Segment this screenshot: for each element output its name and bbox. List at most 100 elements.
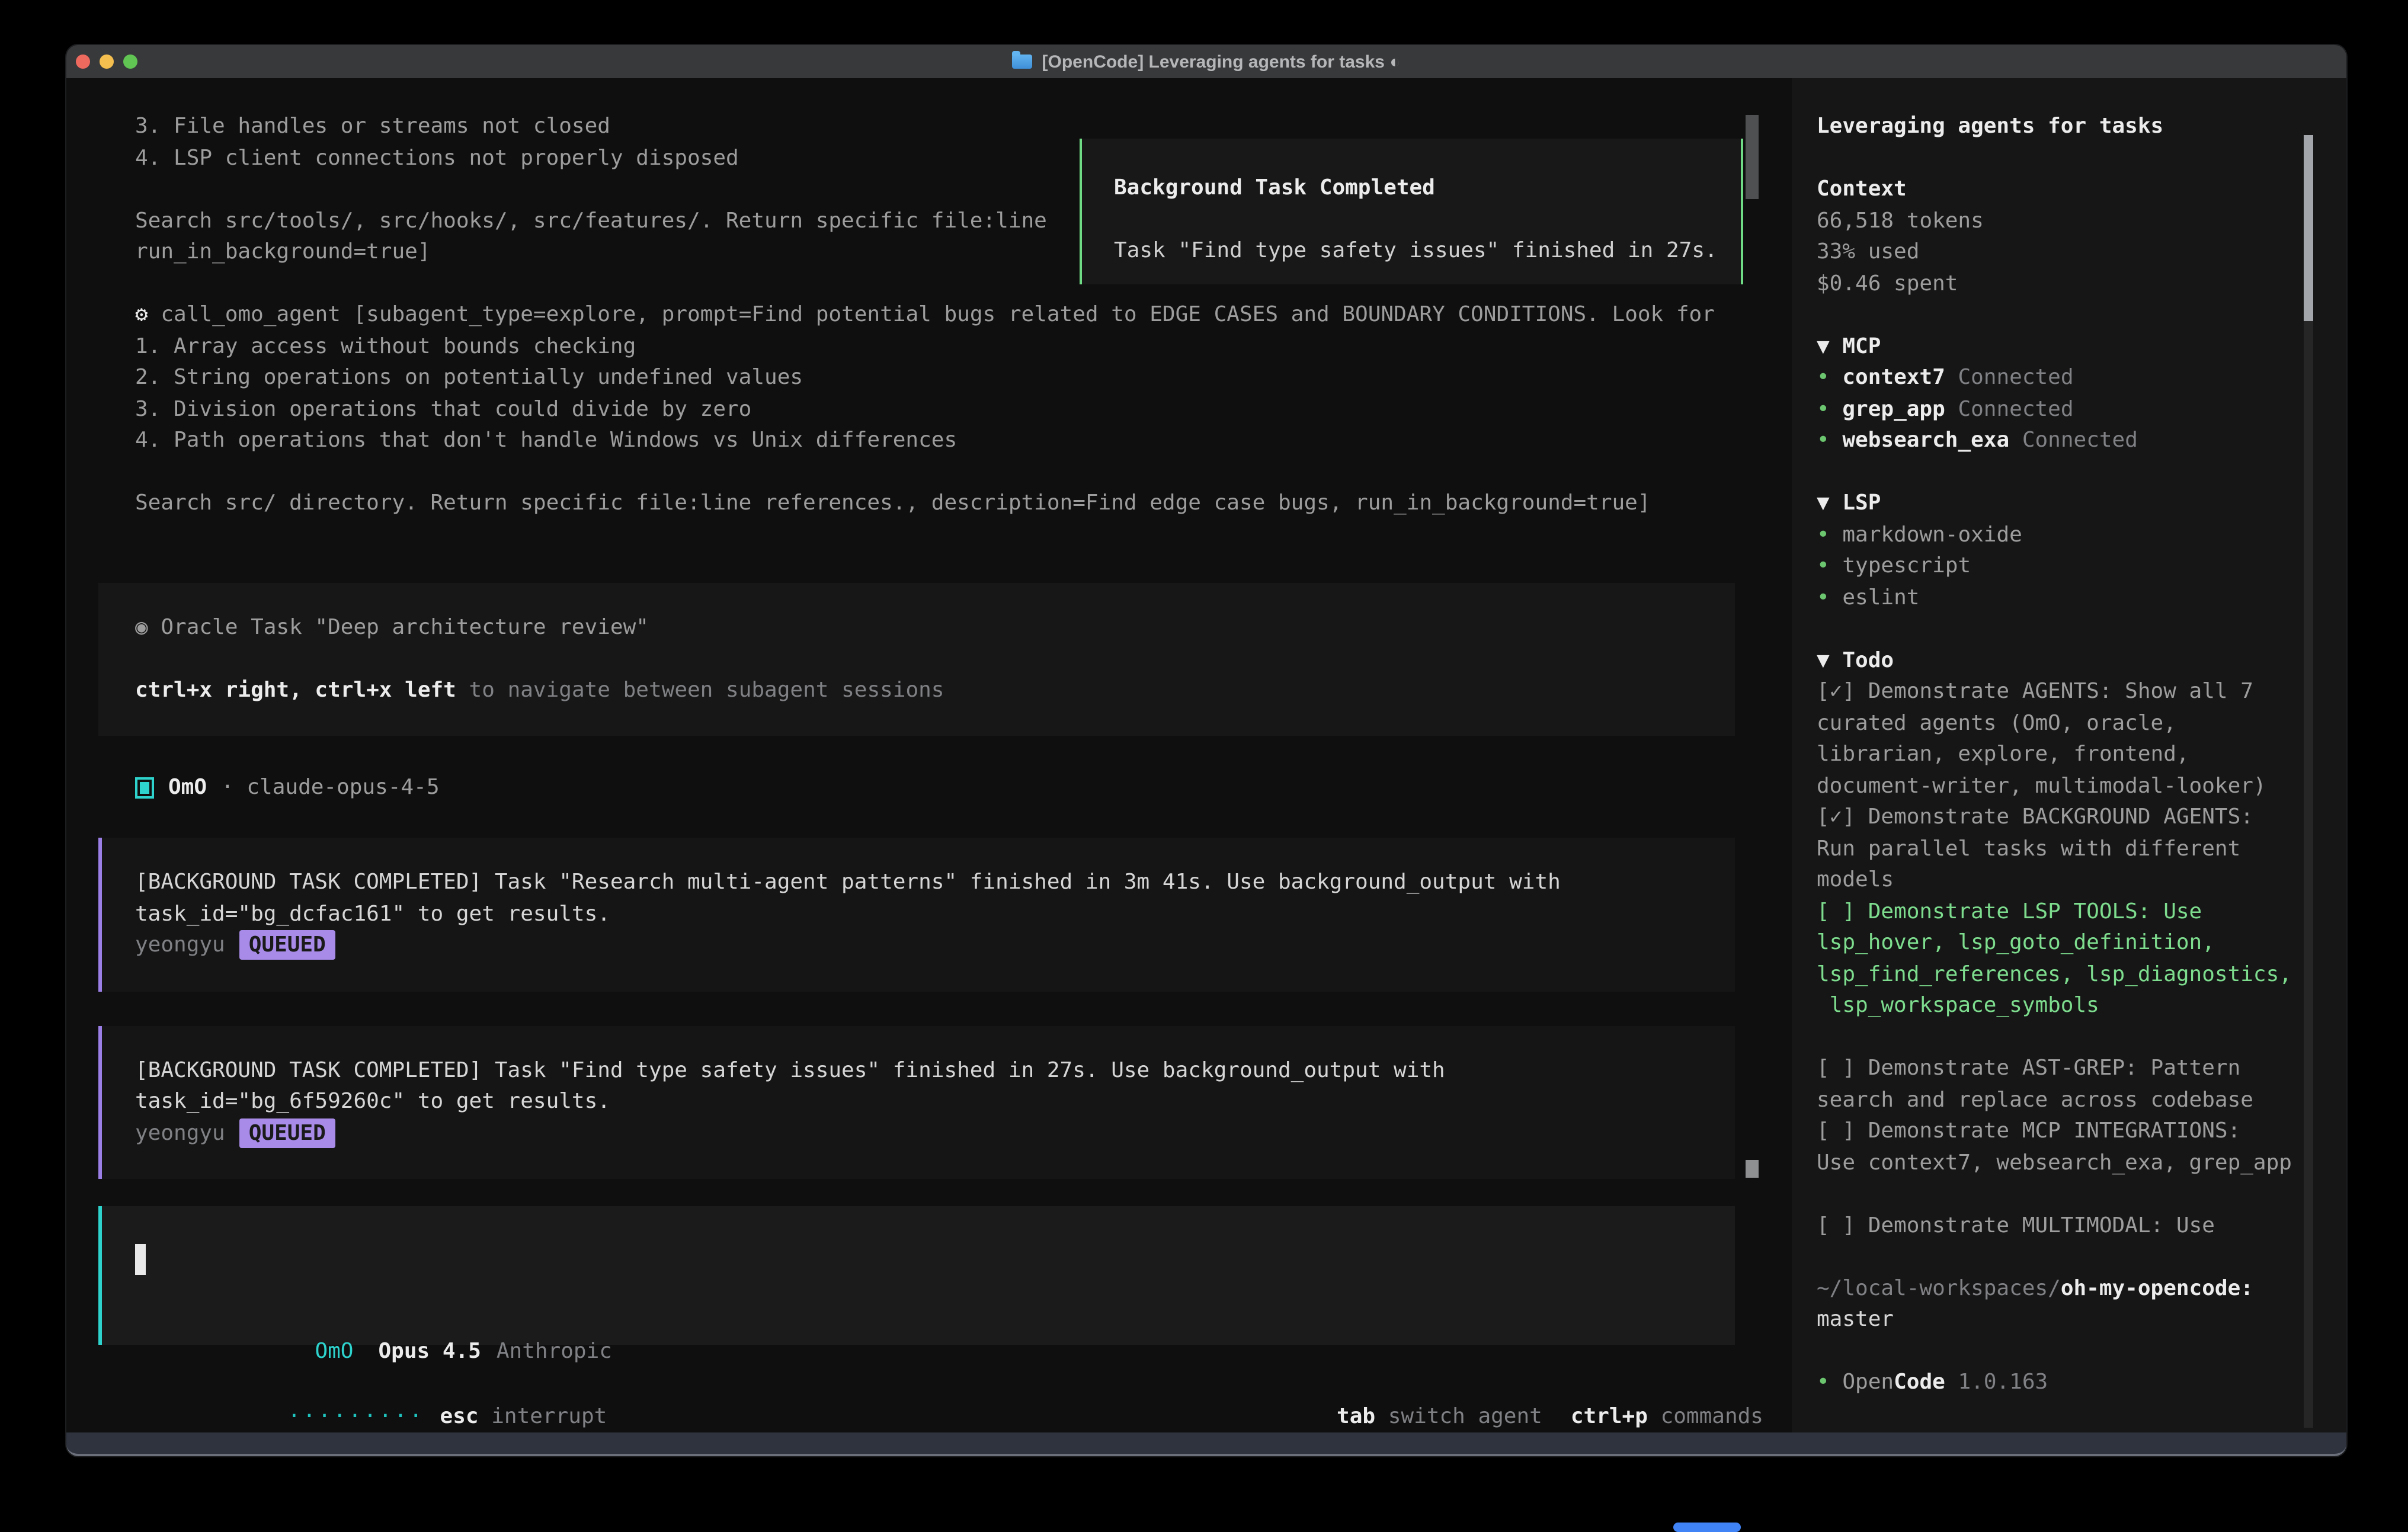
text-line: Search src/ directory. Return specific f… [135, 488, 1792, 520]
task-message-list: [BACKGROUND TASK COMPLETED] Task "Resear… [66, 838, 1792, 1179]
text-line: curated agents (OmO, oracle, [1817, 708, 2299, 739]
background-task-message: [BACKGROUND TASK COMPLETED] Task "Resear… [98, 838, 1735, 991]
text-line: ctrl+x right, ctrl+x left to navigate be… [135, 675, 1735, 706]
text-line: • OpenCode 1.0.163 [1817, 1367, 2299, 1399]
text-line [1817, 143, 2299, 174]
window-title: [OpenCode] Leveraging agents for tasks ◐ [66, 45, 2346, 78]
text-line: • eslint [1817, 582, 2299, 614]
text-line: Context [1817, 174, 2299, 206]
text-line: master [1817, 1305, 2299, 1336]
text-line: [ ] Demonstrate AST-GREP: Pattern [1817, 1053, 2299, 1085]
text-line [1817, 1022, 2299, 1053]
text-line: ⚙ call_omo_agent [subagent_type=explore,… [135, 300, 1792, 331]
scrollbar-thumb[interactable] [1746, 115, 1759, 199]
text-line: 66,518 tokens [1817, 206, 2299, 237]
text-line: [ ] Demonstrate MULTIMODAL: Use [1817, 1210, 2299, 1242]
folder-icon [1013, 55, 1033, 69]
prompt-input[interactable]: OmOOpus 4.5Anthropic [98, 1206, 1735, 1345]
task-author: yeongyu [135, 932, 225, 957]
text-line: 3. Division operations that could divide… [135, 394, 1792, 425]
omo-agent-icon [135, 777, 154, 798]
text-line: Run parallel tasks with different [1817, 834, 2299, 865]
esc-key-hint: esc [440, 1403, 479, 1428]
text-line: models [1817, 865, 2299, 896]
toast-body: Task "Find type safety issues" finished … [1114, 236, 1741, 267]
window-titlebar[interactable]: [OpenCode] Leveraging agents for tasks ◐ [66, 45, 2346, 78]
text-line: lsp_hover, lsp_goto_definition, [1817, 928, 2299, 959]
text-line [1817, 300, 2299, 331]
text-line [135, 643, 1735, 675]
text-line: ▼ Todo [1817, 645, 2299, 677]
opencode-window: [OpenCode] Leveraging agents for tasks ◐… [66, 45, 2346, 1456]
status-right: tab switch agent ctrl+p commands [1157, 1370, 1763, 1435]
text-line: [✓] Demonstrate AGENTS: Show all 7 [1817, 677, 2299, 708]
ctrlp-key-label: commands [1648, 1403, 1763, 1428]
input-agent-label: OmO [315, 1338, 353, 1363]
text-line: 1. Array access without bounds checking [135, 331, 1792, 363]
sidebar-scrollbar-track[interactable] [2304, 135, 2313, 1428]
text-line: document-writer, multimodal-looker) [1817, 771, 2299, 802]
task-author: yeongyu [135, 1120, 225, 1145]
text-line [1817, 1179, 2299, 1210]
terminal-main-pane: 3. File handles or streams not closed4. … [66, 78, 1792, 1435]
text-line: • websearch_exa Connected [1817, 425, 2299, 457]
toast-notification: Background Task Completed Task "Find typ… [1080, 139, 1743, 284]
text-cursor [135, 1244, 146, 1275]
agent-header: OmO · claude-opus-4-5 [135, 771, 1792, 803]
task-message-line: [BACKGROUND TASK COMPLETED] Task "Resear… [135, 867, 1735, 899]
text-line: search and replace across codebase [1817, 1085, 2299, 1116]
background-task-message: [BACKGROUND TASK COMPLETED] Task "Find t… [98, 1025, 1735, 1179]
tab-key-label: switch agent [1375, 1403, 1542, 1428]
text-line [1817, 1242, 2299, 1273]
text-line: [ ] Demonstrate LSP TOOLS: Use [1817, 896, 2299, 928]
esc-key-label: interrupt [479, 1403, 607, 1428]
window-bottom-edge [66, 1432, 2346, 1456]
text-line: ~/local-workspaces/oh-my-opencode: [1817, 1273, 2299, 1305]
text-line: • context7 Connected [1817, 363, 2299, 394]
sidebar-content: Leveraging agents for tasks Context66,51… [1817, 111, 2299, 1399]
text-line: • markdown-oxide [1817, 520, 2299, 551]
agent-name: OmO [168, 775, 207, 800]
text-line: ▼ MCP [1817, 331, 2299, 363]
input-model-info: OmO Opus 4.5 Anthropic [135, 1305, 612, 1399]
agent-model: · claude-opus-4-5 [221, 775, 439, 800]
text-line [135, 457, 1792, 488]
text-line [1817, 457, 2299, 488]
task-message-line: task_id="bg_6f59260c" to get results. [135, 1086, 1735, 1118]
text-line: lsp_find_references, lsp_diagnostics, [1817, 959, 2299, 991]
sidebar: Leveraging agents for tasks Context66,51… [1792, 78, 2346, 1435]
text-line [1817, 1336, 2299, 1367]
desktop-background: [OpenCode] Leveraging agents for tasks ◐… [0, 0, 2408, 1532]
task-message-meta: yeongyu QUEUED [135, 1118, 1735, 1149]
toast-title: Background Task Completed [1114, 173, 1741, 204]
input-provider-label: Anthropic [497, 1338, 612, 1363]
input-model-label: Opus 4.5 [378, 1338, 481, 1363]
text-line: [✓] Demonstrate BACKGROUND AGENTS: [1817, 802, 2299, 834]
text-line: Leveraging agents for tasks [1817, 111, 2299, 143]
text-line: Use context7, websearch_exa, grep_app [1817, 1148, 2299, 1179]
dock-indicator [1673, 1523, 1741, 1532]
tab-key-hint: tab [1337, 1403, 1375, 1428]
text-line: lsp_workspace_symbols [1817, 991, 2299, 1022]
text-line: ◉ Oracle Task "Deep architecture review" [135, 612, 1735, 643]
text-line: $0.46 spent [1817, 268, 2299, 300]
text-line: • grep_app Connected [1817, 394, 2299, 425]
text-line: 4. Path operations that don't handle Win… [135, 425, 1792, 457]
sidebar-scrollbar-thumb[interactable] [2304, 135, 2313, 321]
text-line [1817, 614, 2299, 645]
oracle-task-box: ◉ Oracle Task "Deep architecture review"… [98, 582, 1735, 736]
text-line: • typescript [1817, 551, 2299, 582]
text-line: [ ] Demonstrate MCP INTEGRATIONS: [1817, 1116, 2299, 1148]
text-line: librarian, explore, frontend, [1817, 739, 2299, 771]
text-line: 2. String operations on potentially unde… [135, 363, 1792, 394]
status-badge: QUEUED [239, 1118, 335, 1148]
status-badge: QUEUED [239, 930, 335, 960]
task-message-line: [BACKGROUND TASK COMPLETED] Task "Find t… [135, 1055, 1735, 1086]
task-message-meta: yeongyu QUEUED [135, 930, 1735, 961]
scrollbar-marker[interactable] [1746, 1160, 1759, 1178]
text-line: ▼ LSP [1817, 488, 2299, 520]
task-message-line: task_id="bg_dcfac161" to get results. [135, 899, 1735, 930]
spinner-dots: ········· [287, 1403, 424, 1428]
window-title-text: [OpenCode] Leveraging agents for tasks ◐ [1042, 52, 1401, 72]
ctrlp-key-hint: ctrl+p [1571, 1403, 1648, 1428]
